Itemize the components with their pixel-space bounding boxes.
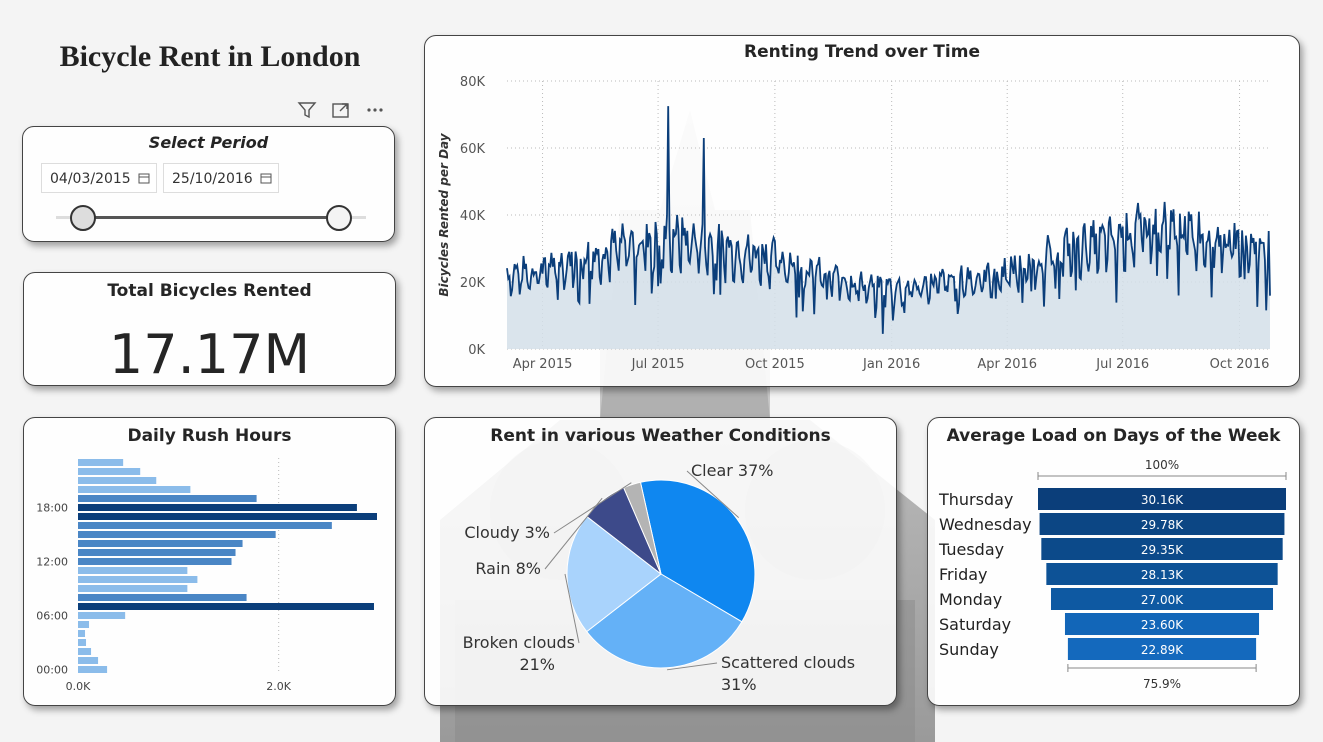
funnel-category-label: Monday bbox=[939, 590, 1002, 609]
filter-icon[interactable] bbox=[296, 100, 320, 122]
y-tick-label: 60K bbox=[460, 142, 486, 157]
kpi-value: 17.17M bbox=[108, 323, 311, 386]
rush-bar bbox=[78, 603, 374, 610]
rush-bar bbox=[78, 567, 188, 574]
end-date-value: 25/10/2016 bbox=[172, 171, 253, 187]
x-tick-label: Oct 2015 bbox=[745, 357, 805, 372]
y-tick-label: 80K bbox=[460, 75, 486, 90]
calendar-icon bbox=[138, 173, 150, 184]
slider-start-handle[interactable] bbox=[70, 205, 96, 231]
rush-bar bbox=[78, 540, 243, 547]
funnel-category-label: Sunday bbox=[939, 640, 999, 659]
weather-pie-chart: Clear 37% Scattered clouds 31% Broken cloud… bbox=[463, 461, 856, 694]
start-date-value: 04/03/2015 bbox=[50, 171, 131, 187]
funnel-top-label: 100% bbox=[1145, 458, 1179, 472]
x-tick-label: 2.0K bbox=[266, 680, 291, 693]
visual-header-icons bbox=[296, 100, 388, 122]
rush-bar bbox=[78, 504, 357, 511]
slider-end-handle[interactable] bbox=[326, 205, 352, 231]
x-tick-label: 0.0K bbox=[66, 680, 91, 693]
rush-bar bbox=[78, 495, 257, 502]
weekday-chart-card: Average Load on Days of the Week 100% 30.… bbox=[927, 417, 1300, 706]
rush-bar bbox=[78, 486, 191, 493]
y-tick-label: 18:00 bbox=[36, 502, 68, 515]
rush-bar bbox=[78, 513, 377, 520]
funnel-value-label: 29.35K bbox=[1141, 543, 1184, 557]
pie-data-label: Broken clouds 21% bbox=[463, 633, 575, 674]
rush-bar bbox=[78, 639, 87, 646]
trend-chart: 0K 20K 40K 60K 80K Apr 2015 Jul 2015 Oct 2015 Ja… bbox=[437, 75, 1271, 372]
rush-bar bbox=[78, 459, 124, 466]
x-tick-label: Apr 2015 bbox=[513, 357, 573, 372]
x-tick-label: Jul 2016 bbox=[1095, 357, 1149, 372]
more-options-icon[interactable] bbox=[364, 100, 388, 122]
rush-bar bbox=[78, 468, 141, 475]
end-date-input[interactable]: 25/10/2016 bbox=[163, 163, 279, 193]
funnel-bottom-label: 75.9% bbox=[1143, 677, 1181, 691]
weather-chart-card: Rent in various Weather Conditions Clear… bbox=[424, 417, 897, 706]
rush-bar bbox=[78, 522, 332, 529]
funnel-category-label: Thursday bbox=[938, 490, 1013, 509]
calendar-icon bbox=[260, 173, 272, 184]
funnel-value-label: 22.89K bbox=[1141, 643, 1184, 657]
rush-bar bbox=[78, 531, 276, 538]
rush-chart-card: Daily Rush Hours 0.0K 2.0K 00:00 06:00 12:00… bbox=[23, 417, 396, 706]
rush-bar bbox=[78, 549, 236, 556]
pie-data-label: Scattered clouds 31% bbox=[721, 653, 855, 694]
funnel-value-label: 23.60K bbox=[1141, 618, 1184, 632]
y-axis-label: Bicycles Rented per Day bbox=[437, 132, 451, 296]
slider-range-track bbox=[81, 216, 337, 219]
rush-bar bbox=[78, 558, 232, 565]
pie-data-label: Cloudy 3% bbox=[464, 523, 550, 542]
x-tick-label: Jan 2016 bbox=[862, 357, 920, 372]
rush-bar bbox=[78, 585, 188, 592]
rush-bar bbox=[78, 612, 126, 619]
y-tick-label: 40K bbox=[460, 209, 486, 224]
pie-data-label: Clear 37% bbox=[691, 461, 774, 480]
funnel-category-label: Friday bbox=[939, 565, 988, 584]
funnel-category-label: Saturday bbox=[939, 615, 1011, 634]
kpi-title: Total Bicycles Rented bbox=[107, 281, 312, 301]
rush-bar bbox=[78, 576, 198, 583]
y-tick-label: 06:00 bbox=[36, 610, 68, 623]
funnel-category-label: Tuesday bbox=[938, 540, 1004, 559]
weekday-funnel-chart: 100% 30.16K Thursday 29.78K Wednesday 29.35K T… bbox=[938, 458, 1287, 691]
slicer-title: Select Period bbox=[148, 133, 269, 152]
pie-data-label: Rain 8% bbox=[475, 559, 541, 578]
trend-chart-card: Renting Trend over Time 0K 20K 40K 60K 80K Ap… bbox=[424, 35, 1300, 387]
rush-bar bbox=[78, 477, 157, 484]
rush-bar bbox=[78, 621, 90, 628]
y-tick-label: 12:00 bbox=[36, 556, 68, 569]
funnel-value-label: 28.13K bbox=[1141, 568, 1184, 582]
funnel-value-label: 29.78K bbox=[1141, 518, 1184, 532]
x-tick-label: Apr 2016 bbox=[977, 357, 1037, 372]
dashboard-title: Bicycle Rent in London bbox=[59, 40, 361, 73]
start-date-input[interactable]: 04/03/2015 bbox=[41, 163, 157, 193]
focus-mode-icon[interactable] bbox=[330, 100, 354, 122]
rush-bar bbox=[78, 666, 108, 673]
funnel-value-label: 27.00K bbox=[1141, 593, 1184, 607]
rush-bar bbox=[78, 657, 99, 664]
x-tick-label: Oct 2016 bbox=[1210, 357, 1270, 372]
x-tick-label: Jul 2015 bbox=[631, 357, 685, 372]
funnel-category-label: Wednesday bbox=[939, 515, 1032, 534]
rush-bar bbox=[78, 630, 86, 637]
y-tick-label: 0K bbox=[468, 343, 485, 358]
y-tick-label: 20K bbox=[460, 276, 486, 291]
total-rented-card: Total Bicycles Rented 17.17M bbox=[23, 272, 396, 386]
funnel-value-label: 30.16K bbox=[1141, 493, 1184, 507]
period-slicer: Select Period 04/03/2015 25/10/2016 bbox=[22, 126, 395, 242]
rush-bar bbox=[78, 648, 92, 655]
rush-bar bbox=[78, 594, 247, 601]
rush-chart: 0.0K 2.0K 00:00 06:00 12:00 18:00 bbox=[36, 458, 377, 693]
y-tick-label: 00:00 bbox=[36, 664, 68, 677]
